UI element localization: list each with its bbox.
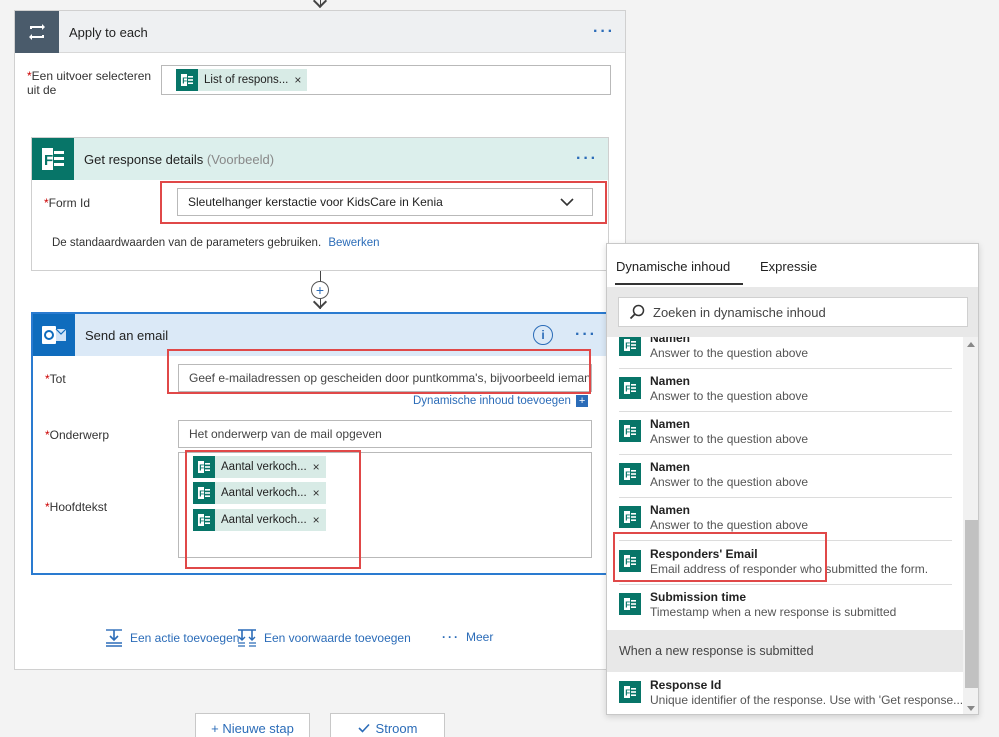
forms-icon: F — [619, 420, 641, 442]
svg-text:F: F — [44, 152, 53, 169]
form-id-label: *Form Id — [44, 196, 91, 210]
forms-icon: F — [32, 138, 74, 180]
add-action-icon — [106, 629, 122, 647]
add-dynamic-content-link[interactable]: Dynamische inhoud toevoegen + — [413, 395, 589, 407]
add-condition-icon — [238, 629, 256, 647]
get-response-more-icon[interactable]: ··· — [576, 151, 598, 167]
tab-dynamic-content[interactable]: Dynamische inhoud — [616, 259, 730, 274]
check-icon — [357, 723, 370, 733]
forms-icon: F — [619, 377, 641, 399]
scroll-up-icon[interactable] — [967, 342, 975, 347]
tab-expression[interactable]: Expressie — [760, 259, 817, 274]
select-output-label: *Een uitvoer selecteren uit de — [27, 69, 152, 97]
svg-text:F: F — [625, 601, 630, 610]
body-tokens-highlight — [185, 450, 361, 569]
get-response-details-title: Get response details (Voorbeeld) — [84, 152, 275, 167]
to-label: *Tot — [45, 372, 66, 386]
add-icon: + — [576, 395, 589, 407]
svg-text:F: F — [625, 385, 630, 394]
group-header[interactable]: When a new response is submitted — [607, 630, 963, 672]
dynamic-search-input[interactable]: Zoeken in dynamische inhoud — [618, 297, 968, 327]
svg-text:F: F — [182, 77, 187, 86]
svg-text:F: F — [625, 428, 630, 437]
svg-text:F: F — [625, 471, 630, 480]
new-step-button[interactable]: + Nieuwe stap — [195, 713, 310, 737]
forms-icon: F — [619, 681, 641, 703]
forms-icon: F — [619, 593, 641, 615]
list-item[interactable]: F Namen Answer to the question above — [607, 337, 963, 369]
list-item[interactable]: F Submission time Timestamp when a new r… — [607, 584, 963, 628]
active-tab-indicator — [615, 283, 743, 285]
subject-label: *Onderwerp — [45, 428, 110, 442]
get-response-details-header[interactable]: F Get response details (Voorbeeld) ··· — [32, 138, 608, 180]
search-icon — [629, 304, 645, 320]
top-connector-arrow — [312, 0, 328, 9]
forms-icon: F — [619, 337, 641, 356]
outlook-icon — [33, 314, 75, 356]
remove-token-icon[interactable]: × — [294, 73, 307, 87]
body-label: *Hoofdtekst — [45, 500, 108, 514]
svg-text:F: F — [625, 689, 630, 698]
list-item[interactable]: F Namen Answer to the question above — [607, 411, 963, 455]
form-id-highlight — [160, 181, 607, 224]
dynamic-content-panel: Dynamische inhoud Expressie Zoeken in dy… — [606, 243, 979, 715]
loop-icon — [15, 11, 59, 53]
edit-link[interactable]: Bewerken — [328, 237, 379, 249]
send-email-title: Send an email — [85, 328, 169, 343]
send-email-more-icon[interactable]: ··· — [575, 327, 597, 343]
forms-icon: F — [619, 506, 641, 528]
flow-button[interactable]: Stroom — [330, 713, 445, 737]
list-of-responses-token[interactable]: F List of respons... × — [176, 69, 308, 91]
list-item[interactable]: F Response Id Unique identifier of the r… — [607, 672, 963, 714]
apply-to-each-header[interactable]: Apply to each ··· — [15, 11, 625, 53]
forms-icon: F — [176, 69, 198, 91]
subject-input[interactable]: Het onderwerp van de mail opgeven — [178, 420, 592, 448]
info-icon[interactable]: i — [533, 325, 553, 345]
apply-to-each-title: Apply to each — [69, 25, 148, 40]
svg-text:F: F — [625, 342, 630, 351]
responders-email-highlight — [613, 532, 827, 582]
forms-icon: F — [619, 463, 641, 485]
add-action-button[interactable]: Een actie toevoegen — [104, 628, 239, 648]
add-condition-button[interactable]: Een voorwaarde toevoegen — [236, 628, 411, 648]
apply-to-each-more-icon[interactable]: ··· — [593, 24, 615, 40]
more-button[interactable]: ··· Meer — [442, 630, 493, 644]
scrollbar-thumb[interactable] — [965, 520, 978, 688]
list-item[interactable]: F Namen Answer to the question above — [607, 368, 963, 412]
select-output-field[interactable]: F List of respons... × — [161, 65, 611, 95]
search-area: Zoeken in dynamische inhoud — [607, 287, 978, 337]
defaults-text: De standaardwaarden van de parameters ge… — [52, 237, 380, 249]
more-icon: ··· — [442, 630, 460, 644]
svg-text:F: F — [625, 514, 630, 523]
scroll-down-icon[interactable] — [967, 706, 975, 711]
subject-placeholder: Het onderwerp van de mail opgeven — [189, 427, 382, 441]
dynamic-content-list: F Namen Answer to the question above F N… — [607, 337, 963, 714]
to-field-highlight — [167, 349, 591, 394]
panel-scrollbar[interactable] — [963, 337, 978, 714]
list-item[interactable]: F Namen Answer to the question above — [607, 454, 963, 498]
